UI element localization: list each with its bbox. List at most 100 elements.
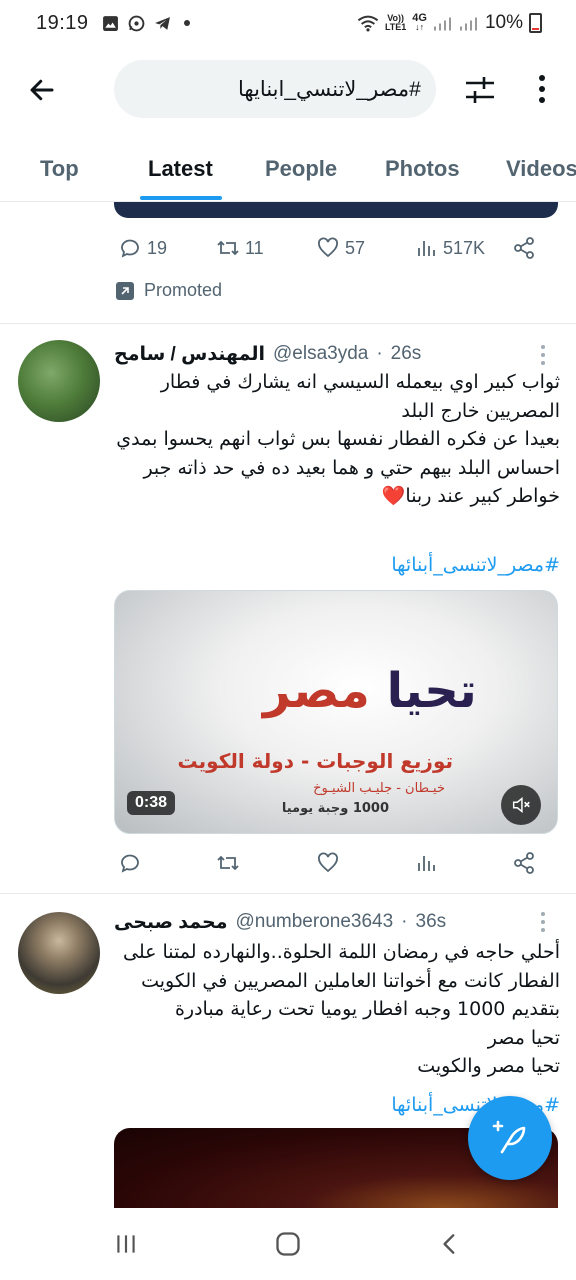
author-handle[interactable]: @elsa3yda (273, 343, 368, 365)
tweet-actions (114, 851, 554, 881)
views-count: 517K (443, 237, 486, 258)
share-button[interactable] (512, 851, 536, 875)
more-options-button[interactable] (526, 70, 558, 110)
system-back-button[interactable] (430, 1228, 470, 1260)
views-button[interactable]: 517K (414, 236, 485, 260)
notification-dot-icon (183, 20, 190, 26)
sliders-icon (466, 77, 494, 103)
tweet-line: خواطر كبير عند ربنا❤️ (381, 485, 560, 508)
search-tabs: Top Latest People Photos Videos (0, 132, 576, 202)
tweet-header: محمد صبحى @numberone3643 · 36s (114, 908, 446, 936)
reply-button[interactable]: 19 (118, 236, 167, 260)
network-indicator: 4G ↓↑ (412, 13, 427, 32)
compose-feather-icon (492, 1120, 526, 1154)
like-button[interactable] (316, 851, 340, 875)
tweet-body: ثواب كبير اوي بيعمله السيسي انه يشارك في… (114, 368, 560, 511)
retweet-count: 11 (245, 237, 264, 258)
signal-2-icon (459, 17, 477, 30)
promoted-arrow-icon (116, 281, 134, 300)
video-caption-location: خيـطان - جليـب الشيـوخ (313, 781, 445, 796)
search-header: #مصر_لاتنسي_ابنايها (0, 46, 576, 132)
arrow-left-icon (30, 79, 54, 101)
whatsapp-icon (128, 15, 144, 31)
like-button[interactable]: 57 (316, 236, 365, 260)
wifi-icon (357, 15, 379, 31)
author-name[interactable]: المهندس / سامح (114, 343, 265, 366)
recent-apps-icon (117, 1235, 135, 1253)
home-button[interactable] (268, 1228, 308, 1260)
tweet-line: المصريين خارج البلد (401, 399, 560, 422)
share-icon (514, 852, 534, 874)
retweet-button[interactable] (216, 851, 240, 875)
compose-tweet-button[interactable] (468, 1096, 552, 1180)
filter-button[interactable] (462, 72, 498, 108)
retweet-icon (217, 240, 239, 256)
views-button[interactable] (414, 851, 438, 875)
tweet-line: ثواب كبير اوي بيعمله السيسي انه يشارك في… (160, 371, 560, 393)
promoted-text: Promoted (144, 280, 223, 300)
battery-icon (529, 13, 542, 33)
tweet-divider (0, 323, 576, 324)
tweet-line: أحلي حاجه في رمضان اللمة الحلوة..والنهار… (123, 941, 560, 963)
tab-videos[interactable]: Videos (506, 156, 576, 182)
separator-dot: · (376, 343, 383, 364)
video-caption-title: توزيع الوجبات - دولة الكويت (177, 749, 453, 773)
like-count: 57 (345, 237, 366, 258)
home-icon (276, 1232, 300, 1256)
promoted-tweet-actions: 19 11 57 517K (114, 236, 554, 266)
reply-icon (121, 239, 139, 258)
tweet-time: 26s (390, 343, 422, 364)
promoted-label[interactable]: Promoted (116, 280, 222, 301)
search-input[interactable]: #مصر_لاتنسي_ابنايها (114, 60, 436, 118)
video-logo: تحيا مصر (263, 663, 478, 719)
promoted-tweet-media[interactable] (114, 202, 558, 218)
mute-button[interactable] (501, 785, 541, 825)
tweet-more-icon[interactable] (538, 343, 548, 367)
tweet-line: بعيدا عن فكره الفطار نفسها بس ثواب انهم … (116, 428, 560, 451)
tweet-line: احساس البلد بيهم حتي و هما بعيد ده في حد… (143, 456, 560, 479)
tab-top[interactable]: Top (40, 156, 79, 182)
share-button[interactable] (512, 236, 536, 260)
status-left: 19:19 (36, 12, 190, 35)
reply-button[interactable] (118, 851, 142, 875)
tab-photos[interactable]: Photos (385, 156, 460, 182)
video-caption-count: 1000 وجبة يوميا (281, 801, 389, 816)
recent-apps-button[interactable] (106, 1228, 146, 1260)
reply-count: 19 (147, 237, 168, 258)
chevron-left-icon (443, 1234, 455, 1254)
tab-latest[interactable]: Latest (148, 156, 213, 182)
status-time: 19:19 (36, 11, 89, 34)
reply-icon (121, 854, 139, 873)
share-icon (514, 237, 534, 259)
active-tab-indicator (140, 196, 222, 200)
avatar[interactable] (18, 912, 100, 994)
views-chart-icon (418, 241, 435, 256)
tweet-video[interactable]: تحيا مصر توزيع الوجبات - دولة الكويت خيـ… (114, 590, 558, 834)
retweet-button[interactable]: 11 (216, 236, 264, 260)
more-vertical-icon (539, 75, 545, 103)
telegram-icon (154, 16, 170, 30)
search-query: #مصر_لاتنسي_ابنايها (238, 77, 421, 101)
heart-icon (318, 237, 338, 258)
signal-icon (433, 17, 451, 30)
tweet-line: تحيا مصر (487, 1026, 560, 1049)
volte-bottom: LTE1 (384, 22, 407, 32)
retweet-icon (217, 855, 239, 871)
hashtag-link[interactable]: #مصر_لاتنسى_أبنائها (114, 554, 560, 576)
tweet-divider (0, 893, 576, 894)
video-logo-accent: مصر (263, 663, 371, 719)
back-button[interactable] (24, 72, 60, 108)
tweet-body: أحلي حاجه في رمضان اللمة الحلوة..والنهار… (114, 938, 560, 1081)
tweet-more-icon[interactable] (538, 910, 548, 934)
tab-people[interactable]: People (265, 156, 337, 182)
author-name[interactable]: محمد صبحى (114, 911, 227, 934)
gallery-icon (102, 15, 118, 31)
tweet-line: الفطار كانت مع أخواتنا العاملين المصريين… (141, 969, 560, 992)
tweet-line: بتقديم 1000 وجبه افطار يوميا تحت رعاية م… (174, 998, 560, 1021)
video-duration-badge: 0:38 (127, 791, 176, 815)
heart-icon (318, 852, 338, 873)
system-nav-bar (0, 1208, 576, 1280)
status-right: Vo)) LTE1 4G ↓↑ 10% (357, 12, 542, 34)
avatar[interactable] (18, 340, 100, 422)
author-handle[interactable]: @numberone3643 (235, 911, 393, 933)
